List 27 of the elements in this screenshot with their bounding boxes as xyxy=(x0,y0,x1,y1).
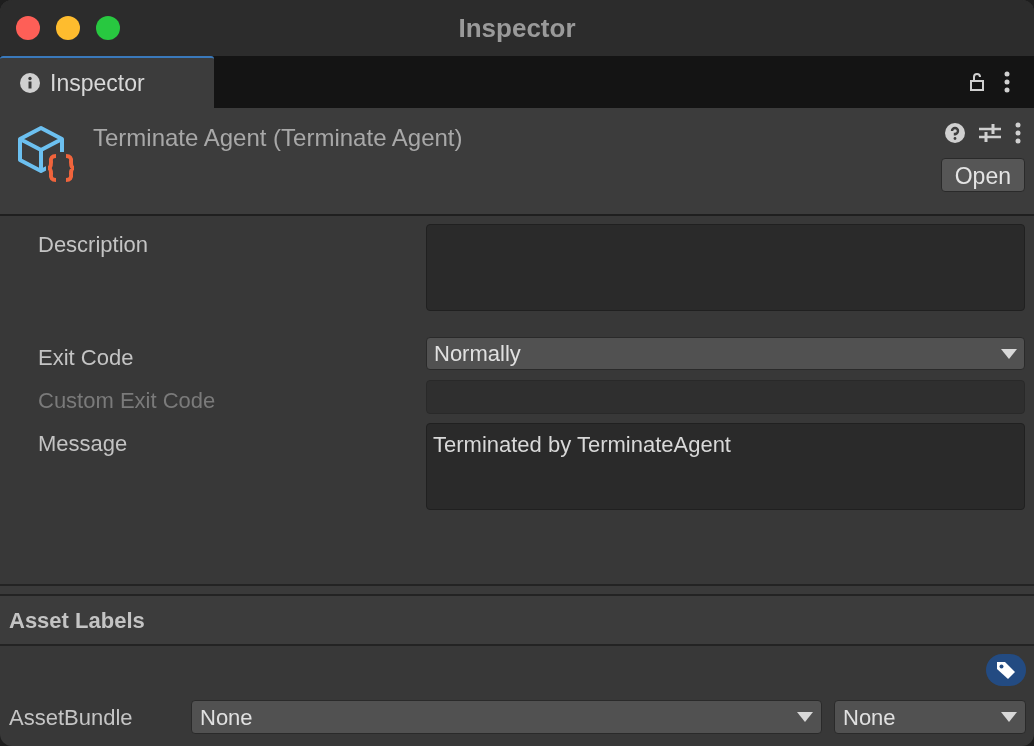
minimize-window-button[interactable] xyxy=(56,16,80,40)
dropdown-caret-icon xyxy=(797,712,813,722)
asset-bundle-dropdown[interactable]: None xyxy=(191,700,822,734)
dropdown-caret-icon xyxy=(1001,712,1017,722)
exit-code-dropdown[interactable]: Normally xyxy=(426,337,1025,370)
open-button[interactable]: Open xyxy=(940,158,1025,192)
field-label: Message xyxy=(38,430,129,458)
close-window-button[interactable] xyxy=(16,16,40,40)
more-options-icon[interactable] xyxy=(1004,71,1010,93)
component-title: Terminate Agent (Terminate Agent) xyxy=(93,123,463,153)
settings-sliders-icon[interactable] xyxy=(979,123,1001,143)
field-label: Description xyxy=(38,231,150,259)
field-label: Custom Exit Code xyxy=(38,387,217,415)
field-label: AssetBundle xyxy=(9,703,134,732)
field-label: Exit Code xyxy=(38,344,135,372)
window-title: Inspector xyxy=(458,12,576,43)
dropdown-caret-icon xyxy=(1001,348,1017,359)
inspector-tab[interactable]: Inspector xyxy=(0,56,214,108)
asset-variant-dropdown[interactable]: None xyxy=(834,700,1026,734)
more-options-icon[interactable] xyxy=(1015,122,1021,144)
info-icon xyxy=(20,73,40,93)
section-title: Asset Labels xyxy=(9,606,145,635)
help-icon[interactable] xyxy=(945,123,965,143)
lock-icon[interactable] xyxy=(968,72,986,92)
tag-icon[interactable] xyxy=(986,654,1026,686)
zoom-window-button[interactable] xyxy=(96,16,120,40)
text-area[interactable]: Terminated by TerminateAgent xyxy=(426,423,1025,510)
